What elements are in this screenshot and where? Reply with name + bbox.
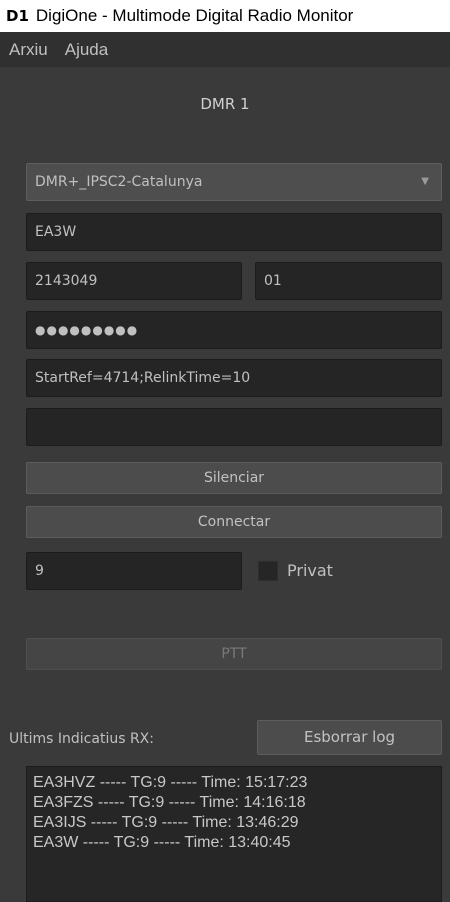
chevron-down-icon: ▼ xyxy=(421,176,429,187)
window-title: DigiOne - Multimode Digital Radio Monito… xyxy=(35,6,354,25)
extra-field[interactable] xyxy=(26,408,442,446)
list-item: EA3IJS ----- TG:9 ----- Time: 13:46:29 xyxy=(33,814,299,831)
options-field[interactable]: StartRef=4714;RelinkTime=10 xyxy=(26,359,442,397)
connect-button[interactable]: Connectar xyxy=(26,506,442,538)
private-checkbox[interactable] xyxy=(258,561,278,581)
dmr-id-field[interactable]: 2143049 xyxy=(26,262,242,300)
ptt-button[interactable]: PTT xyxy=(26,638,442,670)
menu-ajuda[interactable]: Ajuda xyxy=(65,40,108,60)
server-select[interactable]: DMR+_IPSC2-Catalunya ▼ xyxy=(26,163,442,201)
server-select-value: DMR+_IPSC2-Catalunya xyxy=(35,174,203,190)
rx-log-list[interactable]: EA3HVZ ----- TG:9 ----- Time: 15:17:23 E… xyxy=(26,766,442,902)
menu-bar: Arxiu Ajuda xyxy=(0,32,450,67)
list-item: EA3W ----- TG:9 ----- Time: 13:40:45 xyxy=(33,834,291,851)
private-label: Privat xyxy=(287,561,333,580)
rx-log-label: Ultims Indicatius RX: xyxy=(9,731,154,747)
app-icon: D1 xyxy=(6,7,29,25)
menu-arxiu[interactable]: Arxiu xyxy=(9,40,48,60)
list-item: EA3HVZ ----- TG:9 ----- Time: 15:17:23 xyxy=(33,774,308,791)
section-title: DMR 1 xyxy=(200,95,250,113)
password-field[interactable]: ●●●●●●●●● xyxy=(26,311,442,349)
callsign-field[interactable]: EA3W xyxy=(26,213,442,251)
title-bar: D1 DigiOne - Multimode Digital Radio Mon… xyxy=(0,0,450,32)
mute-button[interactable]: Silenciar xyxy=(26,462,442,494)
talkgroup-field[interactable]: 9 xyxy=(26,552,242,590)
ess-id-field[interactable]: 01 xyxy=(255,262,442,300)
clear-log-button[interactable]: Esborrar log xyxy=(257,720,442,755)
list-item: EA3FZS ----- TG:9 ----- Time: 14:16:18 xyxy=(33,794,306,811)
